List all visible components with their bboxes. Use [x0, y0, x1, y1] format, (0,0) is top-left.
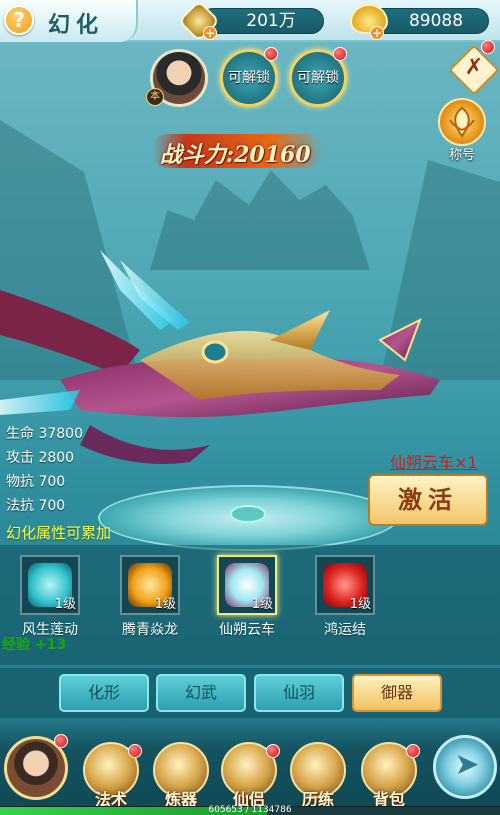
tab-xianyu[interactable]: 仙羽: [254, 674, 344, 712]
exp-gain-text: 经验 +13: [2, 637, 67, 653]
mount-item-hongyun[interactable]: 1级 鸿运结: [295, 555, 375, 639]
stat-attack: 攻击 2800: [6, 450, 75, 466]
stat-magic-def: 法抗 700: [6, 498, 66, 514]
back-arrow-icon: ➤: [454, 747, 480, 782]
tab-huaxing[interactable]: 化形: [59, 674, 149, 712]
mount-name: 鸿运结: [324, 622, 366, 638]
title-badge-button[interactable]: [438, 98, 486, 146]
mount-name: 腾青焱龙: [122, 622, 178, 638]
mount-item-tengqing[interactable]: 1级 腾青焱龙: [100, 555, 180, 639]
mount-frame-selected: 1级: [217, 555, 277, 615]
tab-yuqi[interactable]: 御器: [352, 674, 442, 712]
silver-value: 201万: [246, 11, 296, 31]
add-silver-button[interactable]: +: [203, 26, 217, 40]
add-gold-button[interactable]: +: [370, 26, 384, 40]
silver-counter: 201万: [200, 8, 324, 34]
nav-forge[interactable]: 炼器: [150, 742, 212, 809]
question-icon[interactable]: ?: [4, 5, 34, 35]
mount-level: 1级: [154, 597, 176, 612]
notification-dot: [264, 47, 278, 61]
emblem-icon: [449, 106, 475, 138]
mount-item-fengsheng[interactable]: 1级 风生莲动: [0, 555, 80, 639]
mount-frame: 1级: [20, 555, 80, 615]
notification-dot: [266, 744, 280, 758]
mount-level: 1级: [251, 597, 273, 612]
platform-core: [230, 505, 266, 523]
notification-dot: [481, 40, 495, 54]
mount-item-xianshuo[interactable]: 1级 仙朔云车: [197, 555, 277, 639]
stack-hint: 幻化属性可累加: [6, 524, 112, 542]
avatar-badge: 本: [146, 88, 164, 106]
notification-dot: [54, 734, 68, 748]
mount-frame: 1级: [315, 555, 375, 615]
notification-dot: [406, 744, 420, 758]
mount-level: 1级: [349, 597, 371, 612]
page-title: 幻化: [48, 12, 105, 38]
stats-panel: 生命 37800 攻击 2800 物抗 700 法抗 700: [6, 422, 83, 518]
title-button-label: 称号: [448, 148, 475, 163]
notification-dot: [333, 47, 347, 61]
mount-item-link[interactable]: 仙朔云车×1: [390, 449, 478, 473]
mount-name: 仙朔云车: [219, 622, 275, 638]
combat-power: 战斗力:20160: [160, 142, 311, 168]
tab-huanwu[interactable]: 幻武: [156, 674, 246, 712]
notification-dot: [128, 744, 142, 758]
stat-phys-def: 物抗 700: [6, 474, 66, 490]
mount-level: 1级: [54, 597, 76, 612]
nav-training[interactable]: 历练: [287, 742, 349, 809]
activate-button[interactable]: 激活: [368, 474, 488, 526]
exp-bar-text: 605653 / 1134786: [208, 805, 292, 815]
mount-frame: 1级: [120, 555, 180, 615]
stat-hp: 生命 37800: [6, 426, 83, 442]
tools-icon: ✗: [464, 55, 484, 80]
